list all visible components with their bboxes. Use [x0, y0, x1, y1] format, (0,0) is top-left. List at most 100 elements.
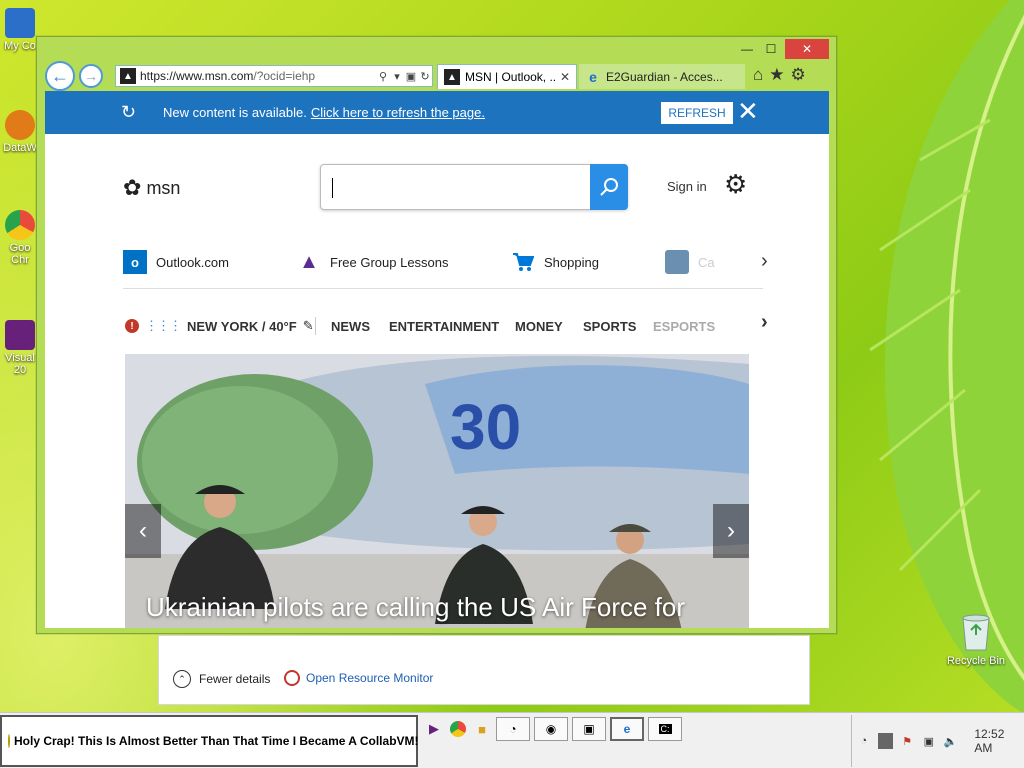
- notification-message: New content is available. Click here to r…: [163, 105, 485, 120]
- desktop-icon-recycle-bin[interactable]: Recycle Bin: [942, 612, 1010, 667]
- category-news[interactable]: NEWS: [331, 319, 370, 334]
- tray-app-icon[interactable]: [877, 733, 894, 749]
- network-window-button[interactable]: ◉: [534, 717, 568, 741]
- butterfly-icon: ✿: [123, 175, 142, 200]
- remote-window-button[interactable]: ▣: [572, 717, 606, 741]
- fewer-details-label: Fewer details: [199, 672, 271, 686]
- msn-favicon-icon: ▲: [120, 68, 136, 84]
- carousel-next-arrow-icon[interactable]: ›: [713, 504, 749, 558]
- edit-pencil-icon[interactable]: ✎: [303, 318, 314, 334]
- gauge-icon: ◔: [509, 722, 517, 736]
- desktop-icon-label: Visual 20: [5, 352, 35, 376]
- volume-icon[interactable]: 🔈: [943, 733, 959, 749]
- search-dropdown-icon[interactable]: ⚲: [376, 70, 390, 83]
- sign-in-link[interactable]: Sign in: [667, 179, 707, 194]
- chat-message-bar[interactable]: Holy Crap! This Is Almost Better Than Th…: [0, 715, 419, 767]
- back-button[interactable]: ←: [45, 61, 75, 91]
- category-money[interactable]: MONEY: [515, 319, 563, 334]
- quick-link-label: Ca: [698, 254, 715, 270]
- minimize-button[interactable]: —: [735, 39, 759, 59]
- close-button[interactable]: ✕: [785, 39, 829, 59]
- weather-location: NEW YORK / 40°F: [187, 318, 297, 334]
- address-bar[interactable]: ▲ https://www.msn.com/?ocid=iehp ⚲ ▾ ▣ ↻: [115, 65, 433, 87]
- forward-arrow-icon: →: [84, 68, 98, 84]
- desktop-icon-label: My Co: [4, 40, 36, 52]
- tab-e2guardian[interactable]: e E2Guardian - Acces...: [579, 64, 745, 89]
- cmd-window-button[interactable]: C:: [648, 717, 682, 741]
- chevron-right-icon[interactable]: ›: [761, 311, 768, 334]
- search-button[interactable]: [590, 164, 628, 210]
- msn-logo-text: msn: [146, 177, 181, 198]
- quick-link-outlook[interactable]: o Outlook.com: [123, 250, 229, 274]
- file-explorer-icon[interactable]: ■: [472, 719, 492, 739]
- taskbar: Holy Crap! This Is Almost Better Than Th…: [0, 712, 1024, 768]
- tab-close-icon[interactable]: ✕: [560, 70, 570, 84]
- ie-window-button[interactable]: e: [610, 717, 644, 741]
- category-entertainment[interactable]: ENTERTAINMENT: [389, 319, 499, 334]
- quick-link-label: Outlook.com: [156, 254, 229, 270]
- clock[interactable]: 12:52 AM: [974, 727, 1024, 755]
- url-host: https://www.msn.com: [140, 69, 254, 83]
- flag-alert-icon[interactable]: ⚑: [899, 733, 915, 749]
- outlook-icon: o: [123, 250, 147, 274]
- tab-msn[interactable]: ▲ MSN | Outlook, ... ✕: [437, 64, 577, 89]
- fewer-details-button[interactable]: ⌃ Fewer details: [173, 670, 270, 688]
- open-resource-monitor-link[interactable]: Open Resource Monitor: [284, 670, 433, 686]
- notification-bar: ↻ New content is available. Click here to…: [45, 91, 829, 134]
- tools-gear-icon[interactable]: ⚙: [791, 65, 806, 85]
- back-arrow-icon: ←: [51, 65, 69, 86]
- desktop-icon-google-chrome[interactable]: Goo Chr: [0, 210, 40, 266]
- action-center-icon[interactable]: ◔: [856, 733, 872, 749]
- hero-carousel[interactable]: 30 ‹ › Ukrainian pilots are calling the …: [125, 354, 749, 628]
- chrome-icon: [5, 210, 35, 240]
- close-notification-icon[interactable]: ✕: [737, 97, 759, 125]
- refresh-icon[interactable]: ↻: [418, 70, 432, 83]
- globe-icon: ◉: [545, 722, 557, 736]
- desktop-icon-visual-studio[interactable]: Visual 20: [0, 320, 40, 376]
- datawatch-icon: [5, 110, 35, 140]
- search-box[interactable]: [320, 164, 628, 210]
- carousel-prev-arrow-icon[interactable]: ‹: [125, 504, 161, 558]
- maximize-button[interactable]: ☐: [759, 39, 783, 59]
- computer-icon: [5, 8, 35, 38]
- quick-link-shopping[interactable]: Shopping: [511, 250, 599, 274]
- tab-title: MSN | Outlook, ...: [465, 70, 556, 84]
- visual-studio-icon[interactable]: ▶: [424, 719, 444, 739]
- refresh-page-link[interactable]: Click here to refresh the page.: [311, 105, 485, 120]
- desktop-icon-datawatch[interactable]: DataW: [0, 110, 40, 154]
- msn-favicon-icon: ▲: [444, 69, 460, 85]
- chevron-up-icon: ⌃: [173, 670, 191, 688]
- aircraft-number: 30: [450, 391, 521, 463]
- hero-image: 30: [125, 354, 749, 628]
- internet-explorer-icon: e: [623, 722, 631, 736]
- network-icon[interactable]: ▣: [921, 733, 937, 749]
- weather-widget[interactable]: ! ⋮⋮⋮ NEW YORK / 40°F ✎: [125, 318, 314, 334]
- address-url[interactable]: https://www.msn.com/?ocid=iehp: [140, 69, 376, 83]
- refresh-button[interactable]: REFRESH: [661, 102, 733, 124]
- hero-headline[interactable]: Ukrainian pilots are calling the US Air …: [146, 592, 685, 623]
- quick-link-label: Shopping: [544, 254, 599, 270]
- task-manager-window-fragment: ⌃ Fewer details Open Resource Monitor: [158, 635, 810, 705]
- monitor-icon: ▣: [583, 722, 595, 736]
- dropdown-caret-icon[interactable]: ▾: [390, 70, 404, 83]
- quick-link-free-group-lessons[interactable]: ▲ Free Group Lessons: [297, 250, 448, 274]
- home-icon[interactable]: ⌂: [753, 65, 763, 85]
- settings-gear-icon[interactable]: ⚙: [724, 169, 747, 200]
- forward-button[interactable]: →: [79, 64, 103, 88]
- category-nav: ! ⋮⋮⋮ NEW YORK / 40°F ✎ NEWS ENTERTAINME…: [123, 311, 768, 341]
- msn-logo[interactable]: ✿ msn: [123, 175, 180, 201]
- resource-monitor-icon: [284, 670, 300, 686]
- task-manager-window-button[interactable]: ◔: [496, 717, 530, 741]
- lock-icon[interactable]: ▣: [404, 70, 418, 83]
- favorites-star-icon[interactable]: ★: [769, 65, 784, 85]
- quick-links-bar: o Outlook.com ▲ Free Group Lessons Shopp…: [123, 243, 768, 289]
- category-sports[interactable]: SPORTS: [583, 319, 636, 334]
- desktop-icon-my-computer[interactable]: My Co: [0, 8, 40, 52]
- category-esports[interactable]: ESPORTS: [653, 319, 715, 334]
- chevron-right-icon[interactable]: ›: [761, 250, 768, 273]
- quick-link-cars[interactable]: Ca: [665, 250, 715, 274]
- chrome-icon[interactable]: [448, 719, 468, 739]
- smiley-icon: [8, 734, 10, 748]
- notification-text: New content is available.: [163, 105, 307, 120]
- open-resource-monitor-label: Open Resource Monitor: [306, 671, 434, 685]
